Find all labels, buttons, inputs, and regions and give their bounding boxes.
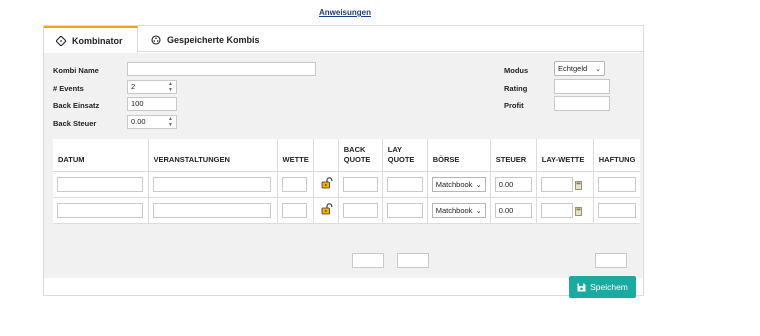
bet-input[interactable] [281, 202, 307, 218]
modus-select[interactable]: Echtgeld ⌄ [554, 61, 605, 76]
lay-bet-input[interactable] [540, 176, 573, 192]
instructions-link[interactable]: Anweisungen [319, 8, 371, 17]
table-cell [148, 171, 278, 198]
table-cell: 0.00 [490, 171, 537, 198]
kombi-name-label: Kombi Name [53, 66, 99, 75]
back-quote-input[interactable] [342, 176, 378, 192]
profit-input[interactable] [554, 96, 610, 111]
save-button[interactable]: Speichem [569, 276, 636, 298]
column-header: LAY-WETTE [536, 139, 594, 172]
table-cell [536, 171, 594, 198]
chevron-down-icon: ⌄ [475, 205, 482, 215]
table-cell [148, 197, 278, 224]
table-row: Matchbook ⌄ 0.00 [53, 171, 641, 198]
save-button-label: Speichem [590, 282, 628, 292]
column-header: LAY QUOTE [382, 139, 428, 172]
table-cell [277, 197, 314, 224]
lock-icon[interactable] [321, 177, 334, 189]
table-row: Matchbook ⌄ 0.00 [53, 197, 641, 224]
combinator-content: Kombi Name # Events 2 ▲ ▼ Back Einsatz 10… [44, 53, 643, 298]
table-cell [593, 171, 641, 198]
tab-saved-combos[interactable]: Gespeicherte Kombis [151, 26, 260, 53]
table-cell: 0.00 [490, 197, 537, 224]
lay-quote-input[interactable] [386, 176, 423, 192]
table-cell [382, 197, 428, 224]
exchange-select[interactable]: Matchbook ⌄ [431, 176, 486, 192]
table-cell [53, 171, 149, 198]
liability-total [595, 253, 627, 268]
profit-label: Profit [504, 101, 524, 110]
table-cell [593, 197, 641, 224]
table-cell [536, 197, 594, 224]
rating-input[interactable] [554, 79, 610, 94]
tab-bar: Kombinator Gespeicherte Kombis [44, 26, 643, 53]
event-input[interactable] [152, 202, 271, 218]
table-header-row: DATUM VERANSTALTUNGEN WETTE BACK QUOTE L… [53, 139, 641, 172]
modus-label: Modus [504, 66, 529, 75]
liability-input[interactable] [597, 176, 636, 192]
table-cell: Matchbook ⌄ [427, 171, 491, 198]
back-steuer-stepper[interactable]: 0.00 ▲ ▼ [127, 115, 177, 129]
kombi-name-input[interactable] [127, 62, 316, 76]
bets-table: DATUM VERANSTALTUNGEN WETTE BACK QUOTE L… [53, 139, 641, 224]
lock-icon[interactable] [321, 203, 334, 215]
lay-bet-input[interactable] [540, 202, 573, 218]
stepper-arrows[interactable]: ▲ ▼ [167, 117, 174, 128]
events-value: 2 [131, 82, 136, 91]
back-quote-total [352, 253, 384, 268]
dice-icon [56, 35, 66, 46]
column-header: BACK QUOTE [338, 139, 383, 172]
column-header: BÖRSE [427, 139, 491, 172]
back-einsatz-input[interactable]: 100 [127, 97, 177, 111]
dice-icon [151, 34, 161, 45]
stepper-arrows[interactable]: ▲ ▼ [167, 82, 174, 93]
table-cell [53, 197, 149, 224]
chevron-down-icon: ⌄ [475, 179, 482, 189]
column-header [313, 139, 339, 172]
table-cell [313, 171, 339, 198]
bet-input[interactable] [281, 176, 307, 192]
events-stepper[interactable]: 2 ▲ ▼ [127, 80, 177, 94]
back-steuer-label: Back Steuer [53, 119, 97, 128]
date-input[interactable] [57, 202, 143, 218]
exchange-value: Matchbook [435, 205, 473, 215]
modus-value: Echtgeld [558, 64, 588, 73]
column-header: STEUER [490, 139, 537, 172]
calculator-icon[interactable] [574, 206, 582, 216]
calculator-icon[interactable] [574, 180, 582, 190]
liability-input[interactable] [597, 202, 636, 218]
table-cell [313, 197, 339, 224]
table-cell [338, 171, 383, 198]
event-input[interactable] [152, 176, 271, 192]
tab-kombinator-label: Kombinator [72, 35, 123, 46]
lay-quote-input[interactable] [386, 202, 423, 218]
table-cell: Matchbook ⌄ [427, 197, 491, 224]
date-input[interactable] [57, 176, 143, 192]
table-cell [382, 171, 428, 198]
chevron-down-icon: ⌄ [595, 65, 601, 73]
back-steuer-value: 0.00 [131, 117, 146, 126]
tab-kombinator[interactable]: Kombinator [44, 26, 138, 53]
rating-label: Rating [504, 84, 528, 93]
back-quote-input[interactable] [342, 202, 378, 218]
column-header: DATUM [53, 139, 149, 172]
tax-input[interactable]: 0.00 [494, 176, 532, 192]
combinator-panel: Kombinator Gespeicherte Kombis Kombi Nam… [43, 25, 644, 298]
exchange-value: Matchbook [435, 179, 473, 189]
table-cell [338, 197, 383, 224]
tax-input[interactable]: 0.00 [494, 202, 532, 218]
tab-saved-combos-label: Gespeicherte Kombis [167, 34, 260, 45]
column-header: WETTE [277, 139, 314, 172]
back-einsatz-label: Back Einsatz [53, 101, 100, 110]
column-header: VERANSTALTUNGEN [148, 139, 278, 172]
table-cell [277, 171, 314, 198]
events-label: # Events [53, 84, 84, 93]
floppy-disk-icon [577, 283, 586, 292]
column-header: HAFTUNG [593, 139, 641, 172]
lay-quote-total [397, 253, 429, 268]
exchange-select[interactable]: Matchbook ⌄ [431, 202, 486, 218]
